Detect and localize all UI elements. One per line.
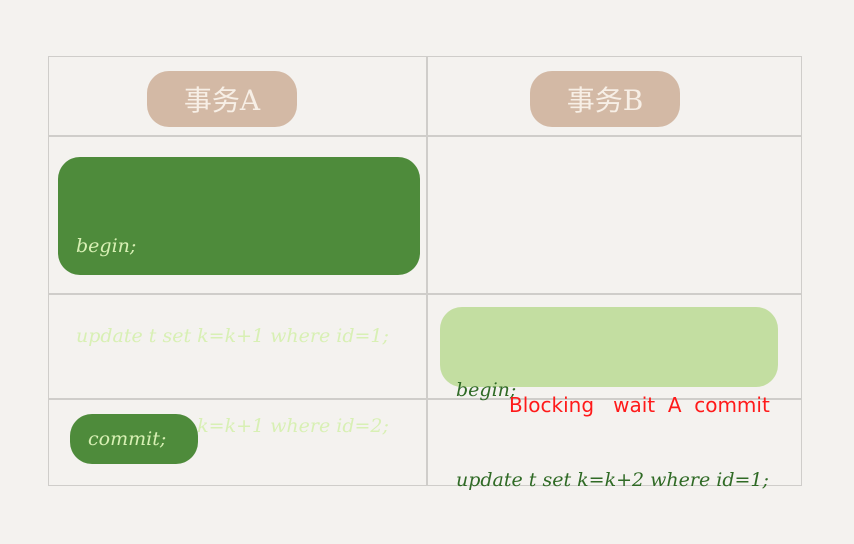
transaction-a-commit-block: commit; xyxy=(70,414,198,464)
transaction-b-header: 事务B xyxy=(530,71,680,127)
transaction-b-update-block: begin; update t set k=k+2 where id=1; xyxy=(440,307,778,491)
transaction-a-update-block: begin; update t set k=k+1 where id=1; up… xyxy=(58,157,420,437)
row-divider-header xyxy=(48,135,802,137)
column-divider xyxy=(426,56,428,486)
transaction-a-header: 事务A xyxy=(147,71,297,127)
code-line: update t set k=k+1 where id=1; xyxy=(76,325,389,347)
code-line: update t set k=k+2 where id=1; xyxy=(456,469,769,491)
blocking-annotation: Blocking wait A commit xyxy=(509,393,770,417)
code-line: begin; xyxy=(76,235,137,257)
